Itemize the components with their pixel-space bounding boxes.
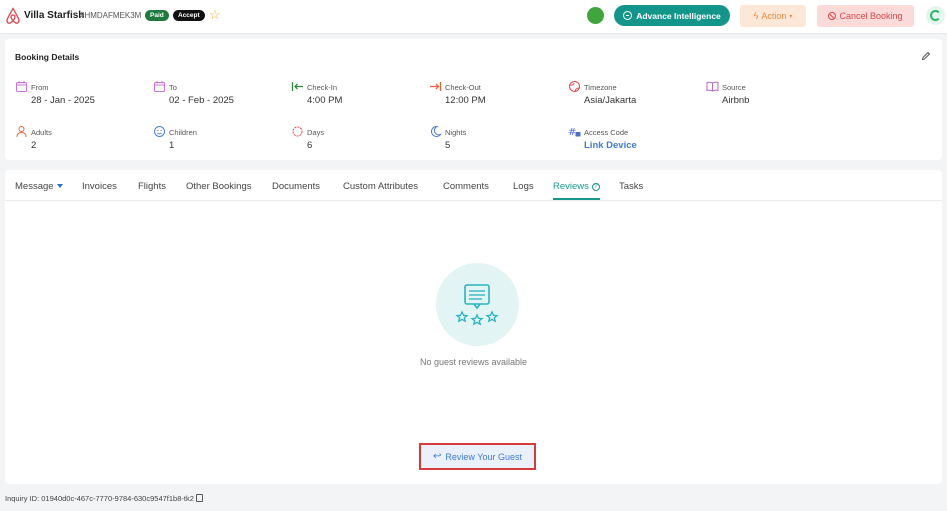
to-value: 02 - Feb - 2025 [169, 95, 234, 106]
adults-field: Adults 2 [15, 125, 135, 153]
calendar-icon [16, 81, 27, 92]
check-in-label: Check-In [307, 83, 338, 92]
adults-label: Adults [31, 128, 52, 137]
intelligence-icon [623, 11, 633, 20]
access-code-label: Access Code [584, 128, 629, 137]
lightning-icon: ϟ [753, 11, 759, 21]
review-your-guest-label: Review Your Guest [445, 451, 522, 462]
check-out-label: Check-Out [445, 83, 481, 92]
days-field: Days 6 [291, 125, 411, 153]
tabs-card: Message Invoices Flights Other Bookings … [5, 170, 942, 484]
inquiry-id-footer: Inquiry ID: 01940d0c-467c-7770-9784-630c… [5, 494, 203, 503]
accept-badge: Accept [173, 10, 205, 21]
timezone-label: Timezone [584, 83, 617, 92]
property-name: Villa Starfish [24, 10, 85, 21]
status-indicator[interactable] [587, 7, 604, 24]
days-label: Days [307, 128, 325, 137]
advance-intelligence-button[interactable]: Advance Intelligence [614, 5, 730, 26]
source-field: Source Airbnb [706, 80, 826, 108]
check-out-value: 12:00 PM [445, 95, 486, 106]
access-code-field: # Access Code Link Device [568, 125, 708, 153]
link-device-link[interactable]: Link Device [584, 140, 637, 151]
calendar-icon [154, 81, 165, 92]
source-value: Airbnb [722, 95, 750, 106]
copy-icon[interactable] [195, 494, 203, 502]
action-label: Action [761, 11, 787, 21]
cancel-icon [828, 12, 837, 20]
check-in-field: Check-In 4:00 PM [291, 80, 411, 108]
adults-value: 2 [31, 140, 37, 151]
tab-documents[interactable]: Documents [272, 181, 320, 192]
top-bar: Villa Starfish #HMDAFMEK3M Paid Accept ☆… [0, 0, 947, 34]
moon-icon [431, 125, 442, 137]
from-value: 28 - Jan - 2025 [31, 95, 95, 106]
to-field: To 02 - Feb - 2025 [153, 80, 273, 108]
tab-tasks[interactable]: Tasks [619, 181, 643, 192]
tab-message-label: Message [15, 181, 54, 192]
advance-intelligence-label: Advance Intelligence [636, 10, 721, 21]
booking-details-title: Booking Details [15, 52, 80, 62]
tab-bar: Message Invoices Flights Other Bookings … [5, 170, 942, 201]
tab-invoices[interactable]: Invoices [82, 181, 117, 192]
child-icon [154, 126, 165, 137]
review-stars-icon [455, 284, 499, 326]
tab-reviews-label: Reviews [553, 181, 589, 192]
caret-down-icon [56, 184, 63, 189]
to-label: To [169, 83, 177, 92]
book-icon [706, 81, 719, 92]
hash-lock-icon: # [568, 127, 581, 138]
tab-other-bookings[interactable]: Other Bookings [186, 181, 251, 192]
person-icon [16, 126, 27, 138]
nights-field: Nights 5 [429, 125, 549, 153]
cancel-booking-label: Cancel Booking [839, 11, 903, 21]
children-label: Children [169, 128, 197, 137]
globe-icon [569, 81, 580, 92]
reviews-empty-illustration [436, 263, 519, 346]
tab-flights[interactable]: Flights [138, 181, 166, 192]
sun-icon [292, 126, 303, 137]
airbnb-icon [6, 7, 20, 24]
timezone-field: Timezone Asia/Jakarta [568, 80, 688, 108]
favorite-star-icon[interactable]: ☆ [209, 7, 221, 23]
chrome-extension-icon[interactable] [926, 6, 945, 25]
no-reviews-message: No guest reviews available [419, 357, 528, 367]
review-your-guest-button[interactable]: ↩ Review Your Guest [419, 443, 536, 470]
children-value: 1 [169, 140, 175, 151]
from-field: From 28 - Jan - 2025 [15, 80, 135, 108]
tab-custom-attributes[interactable]: Custom Attributes [343, 181, 418, 192]
tab-logs[interactable]: Logs [513, 181, 534, 192]
action-button[interactable]: ϟ Action ▾ [740, 5, 806, 27]
nights-value: 5 [445, 140, 451, 151]
booking-details-card: Booking Details From 28 - Jan - 2025 To … [5, 39, 942, 160]
help-icon: ? [591, 183, 600, 191]
paid-badge: Paid [145, 10, 169, 21]
check-in-arrow-icon [291, 82, 303, 91]
tab-comments[interactable]: Comments [443, 181, 489, 192]
nights-label: Nights [445, 128, 467, 137]
edit-pencil-icon[interactable] [921, 51, 931, 61]
from-label: From [31, 83, 49, 92]
cancel-booking-button[interactable]: Cancel Booking [817, 5, 914, 27]
tab-reviews[interactable]: Reviews? [553, 181, 600, 200]
source-label: Source [722, 83, 746, 92]
check-in-value: 4:00 PM [307, 95, 343, 106]
timezone-value: Asia/Jakarta [584, 95, 637, 106]
inquiry-id-text: Inquiry ID: 01940d0c-467c-7770-9784-630c… [5, 494, 194, 503]
reply-arrow-icon: ↩ [433, 451, 442, 462]
chevron-down-icon: ▾ [789, 13, 793, 20]
svg-text:#: # [568, 127, 576, 138]
booking-code: #HMDAFMEK3M [80, 11, 142, 20]
children-field: Children 1 [153, 125, 273, 153]
days-value: 6 [307, 140, 313, 151]
tab-message[interactable]: Message [15, 181, 63, 192]
check-out-field: Check-Out 12:00 PM [429, 80, 549, 108]
check-out-arrow-icon [430, 82, 442, 91]
